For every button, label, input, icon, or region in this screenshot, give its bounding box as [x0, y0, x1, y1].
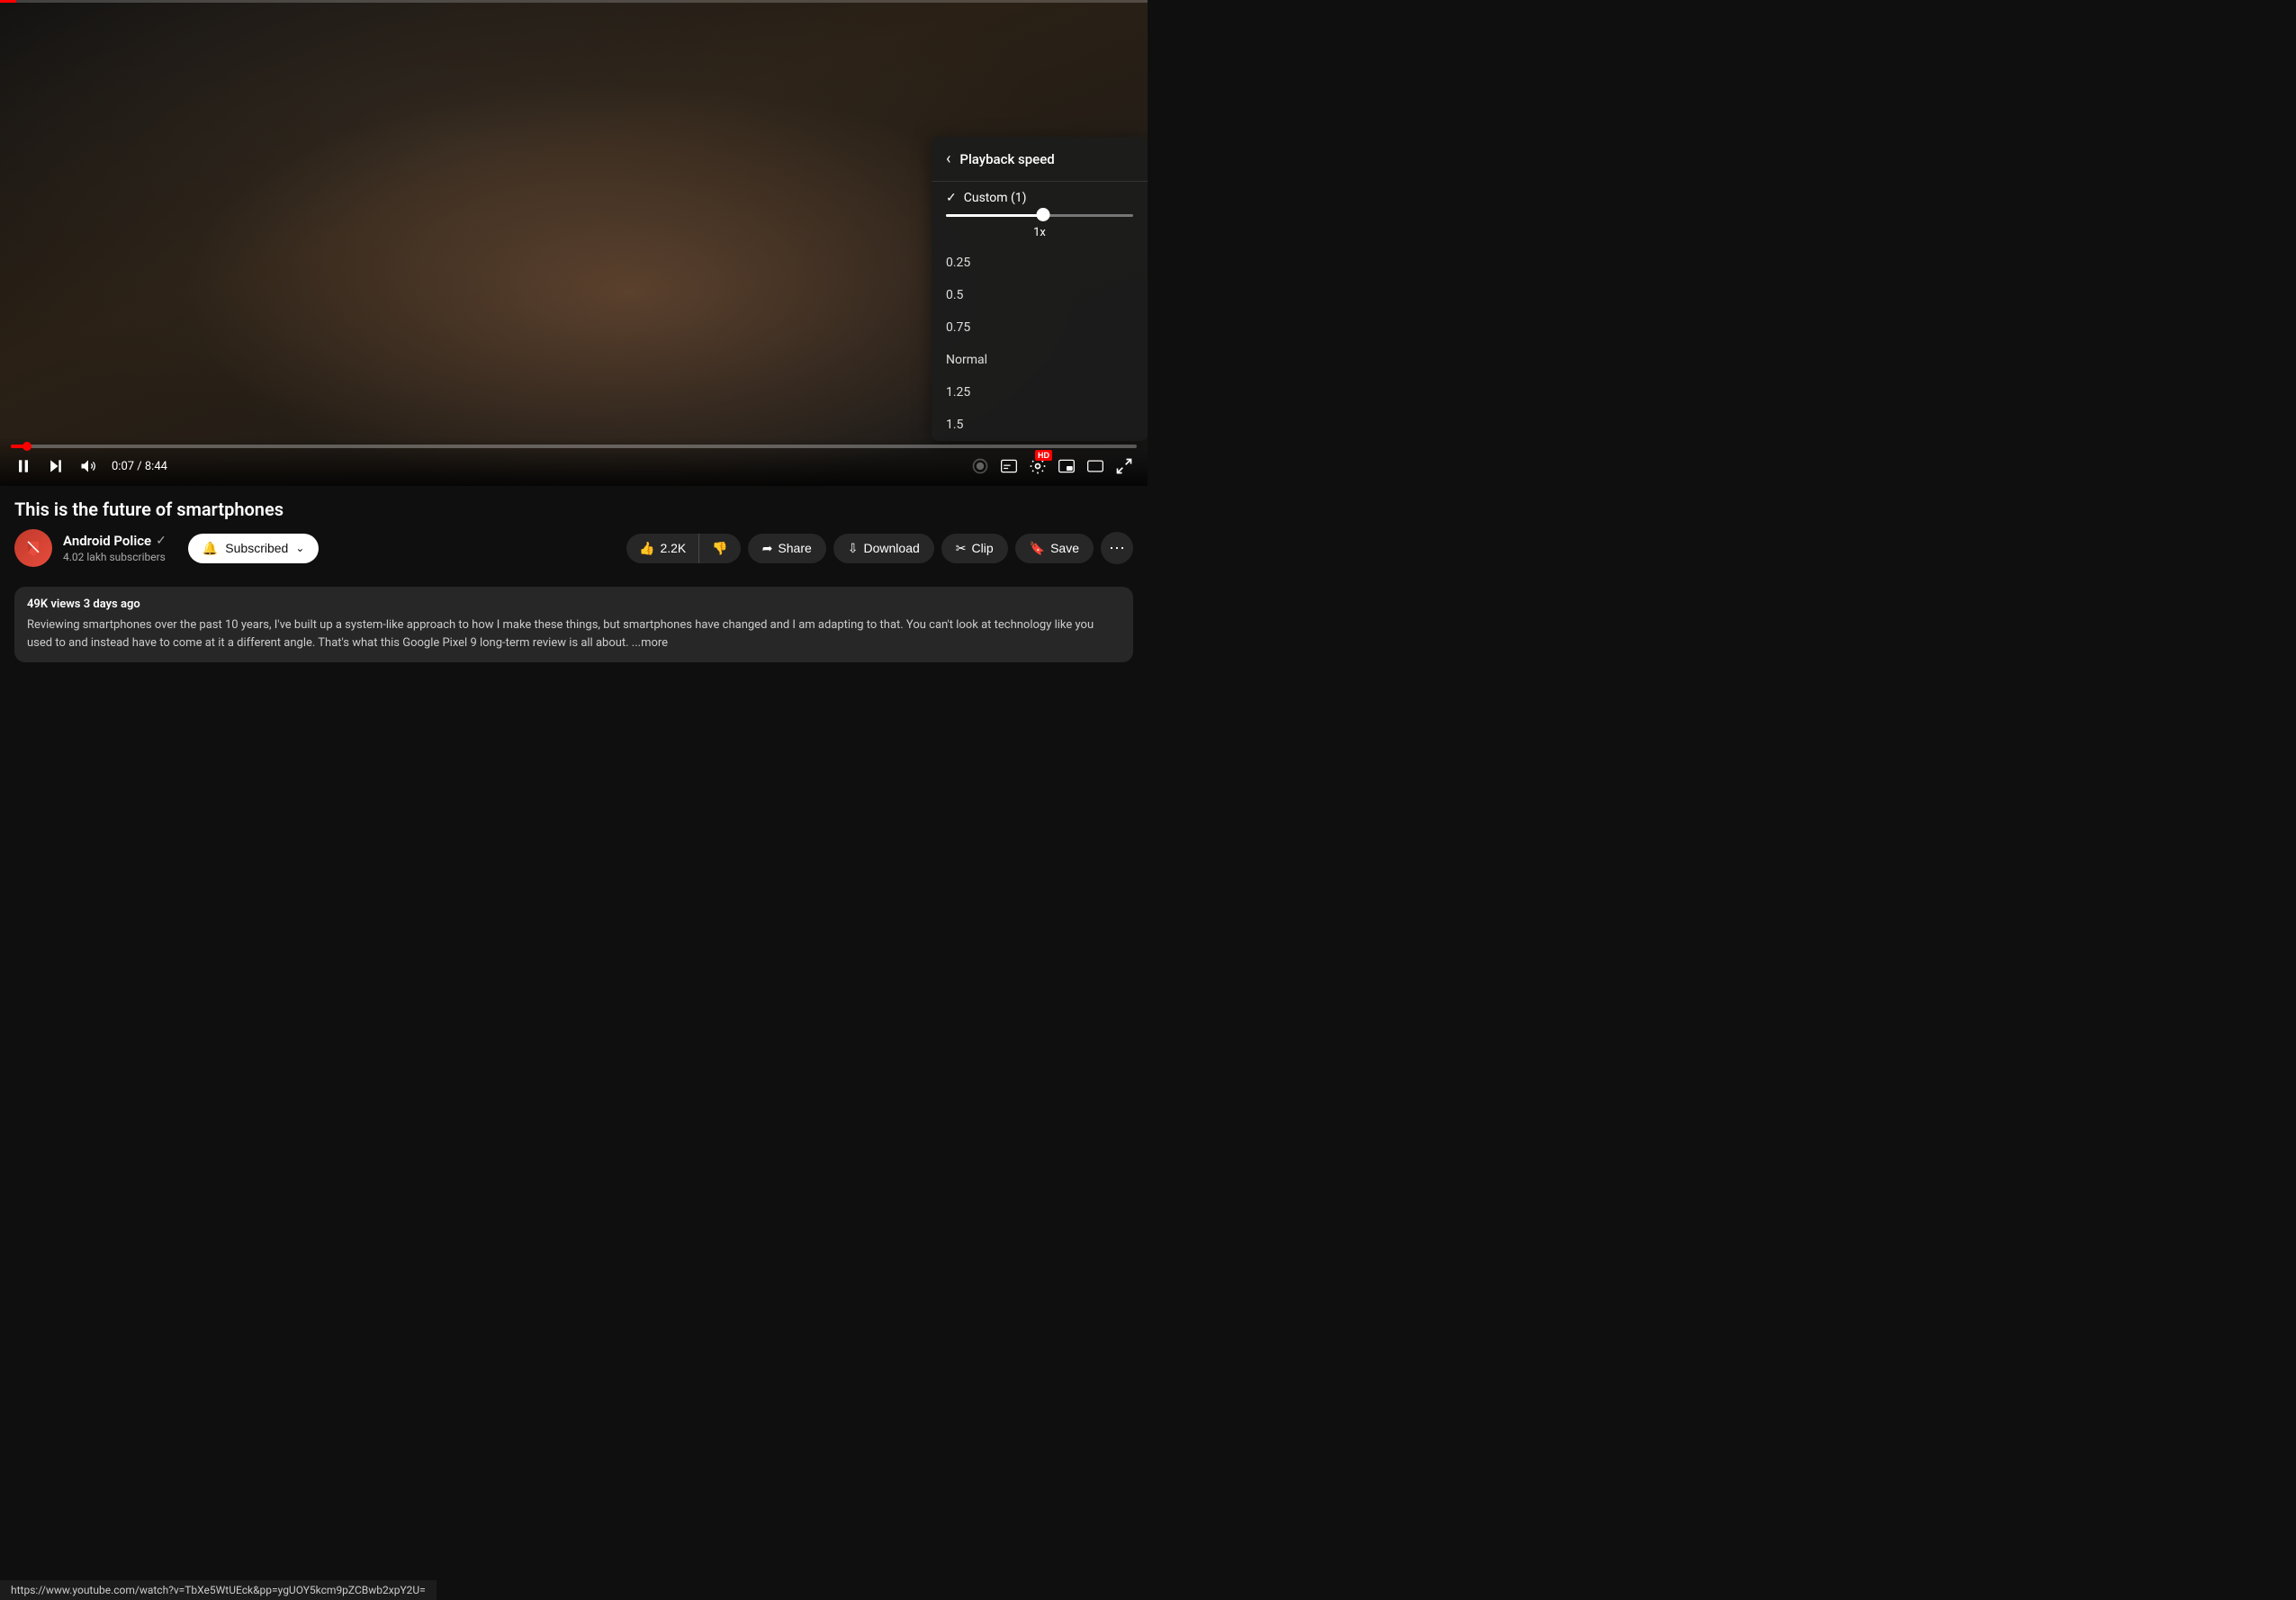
ambient-mode-button[interactable] [968, 454, 993, 479]
pause-icon [14, 457, 32, 475]
speed-option-075[interactable]: 0.75 [932, 311, 1148, 344]
speed-option-025[interactable]: 0.25 [932, 247, 1148, 279]
dislike-button[interactable]: 👎 [699, 534, 740, 563]
progress-top-fill [0, 0, 16, 3]
back-arrow-icon: ‹ [946, 149, 950, 168]
url-bar: https://www.youtube.com/watch?v=TbXe5WtU… [0, 1580, 437, 1600]
panel-back-button[interactable]: ‹ Playback speed [932, 137, 1148, 182]
channel-row: Android Police ✓ 4.02 lakh subscribers 🔔… [14, 529, 1133, 580]
description-text: Reviewing smartphones over the past 10 y… [27, 616, 1121, 652]
theatre-button[interactable] [1083, 454, 1108, 479]
custom-speed-label: Custom (1) [964, 191, 1027, 205]
controls-right: HD [968, 454, 1137, 479]
speed-slider-container[interactable] [932, 209, 1148, 222]
channel-name[interactable]: Android Police [63, 533, 151, 549]
controls-row: 0:07 / 8:44 [11, 454, 1137, 479]
video-description[interactable]: 49K views 3 days ago Reviewing smartphon… [14, 587, 1133, 662]
bookmark-icon: 🔖 [1030, 541, 1045, 556]
video-title: This is the future of smartphones [14, 486, 1133, 529]
panel-title: Playback speed [959, 151, 1054, 167]
time-display: 0:07 / 8:44 [112, 460, 167, 473]
save-button[interactable]: 🔖 Save [1015, 534, 1094, 563]
subscribe-label: Subscribed [225, 541, 288, 555]
avatar-logo [23, 537, 44, 559]
miniplayer-icon [1058, 457, 1076, 475]
miniplayer-button[interactable] [1054, 454, 1079, 479]
download-icon: ⇩ [848, 541, 859, 556]
thumbs-up-icon: 👍 [639, 541, 654, 556]
fullscreen-icon [1115, 457, 1133, 475]
like-count: 2.2K [660, 541, 686, 555]
settings-button[interactable]: HD [1025, 454, 1050, 479]
url-text: https://www.youtube.com/watch?v=TbXe5WtU… [11, 1584, 426, 1596]
clip-label: Clip [972, 541, 994, 555]
like-dislike-group: 👍 2.2K 👎 [626, 534, 741, 563]
settings-wrapper: HD [1025, 454, 1050, 479]
actions-row: 👍 2.2K 👎 ➦ Share ⇩ Download ✂ Clip [626, 532, 1133, 564]
subscribe-button[interactable]: 🔔 Subscribed ⌄ [188, 534, 320, 563]
channel-info: Android Police ✓ 4.02 lakh subscribers [63, 533, 167, 563]
clip-icon: ✂ [956, 541, 967, 556]
bell-icon: 🔔 [203, 541, 218, 556]
save-label: Save [1050, 541, 1079, 555]
speed-value-display: 1x [932, 222, 1148, 247]
download-label: Download [864, 541, 920, 555]
video-controls-bar: 0:07 / 8:44 [0, 437, 1148, 486]
hd-badge: HD [1035, 450, 1052, 461]
description-body: Reviewing smartphones over the past 10 y… [27, 618, 1094, 650]
playback-speed-panel: ‹ Playback speed ✓ Custom (1) 1x 0.25 0.… [932, 137, 1148, 441]
progress-bar[interactable] [11, 445, 1137, 448]
subtitles-icon [1000, 457, 1018, 475]
checkmark-icon: ✓ [946, 191, 957, 205]
download-button[interactable]: ⇩ Download [833, 534, 934, 563]
channel-name-row: Android Police ✓ [63, 533, 167, 549]
more-button[interactable]: ⋯ [1101, 532, 1133, 564]
video-player[interactable]: ‹ Playback speed ✓ Custom (1) 1x 0.25 0.… [0, 0, 1148, 486]
volume-button[interactable] [76, 454, 101, 479]
channel-subscribers: 4.02 lakh subscribers [63, 551, 167, 563]
verified-icon: ✓ [156, 534, 167, 548]
next-button[interactable] [43, 454, 68, 479]
clip-button[interactable]: ✂ Clip [941, 534, 1008, 563]
share-label: Share [778, 541, 811, 555]
more-dots-icon: ⋯ [1109, 539, 1125, 558]
progress-bar-fill [11, 445, 27, 448]
share-icon: ➦ [762, 541, 773, 556]
speed-option-15[interactable]: 1.5 [932, 409, 1148, 441]
subtitles-button[interactable] [996, 454, 1022, 479]
description-meta: 49K views 3 days ago [27, 598, 1121, 611]
like-button[interactable]: 👍 2.2K [626, 534, 699, 563]
share-button[interactable]: ➦ Share [748, 534, 826, 563]
chevron-down-icon: ⌄ [295, 542, 304, 554]
thumbs-down-icon: 👎 [712, 541, 727, 555]
speed-option-05[interactable]: 0.5 [932, 279, 1148, 311]
channel-avatar[interactable] [14, 529, 52, 567]
below-video: This is the future of smartphones Androi… [0, 486, 1148, 662]
speed-option-normal[interactable]: Normal [932, 344, 1148, 376]
speed-option-125[interactable]: 1.25 [932, 376, 1148, 409]
speed-slider-thumb[interactable] [1037, 208, 1050, 221]
theatre-icon [1086, 457, 1104, 475]
next-icon [47, 457, 65, 475]
custom-speed-row[interactable]: ✓ Custom (1) [932, 182, 1148, 209]
speed-options-list: 0.25 0.5 0.75 Normal 1.25 1.5 [932, 247, 1148, 441]
fullscreen-button[interactable] [1112, 454, 1137, 479]
ambient-icon [971, 457, 989, 475]
video-progress-top [0, 0, 1148, 3]
play-pause-button[interactable] [11, 454, 36, 479]
speed-slider-fill [946, 214, 1043, 217]
speed-slider-track [946, 214, 1133, 217]
volume-icon [79, 457, 97, 475]
